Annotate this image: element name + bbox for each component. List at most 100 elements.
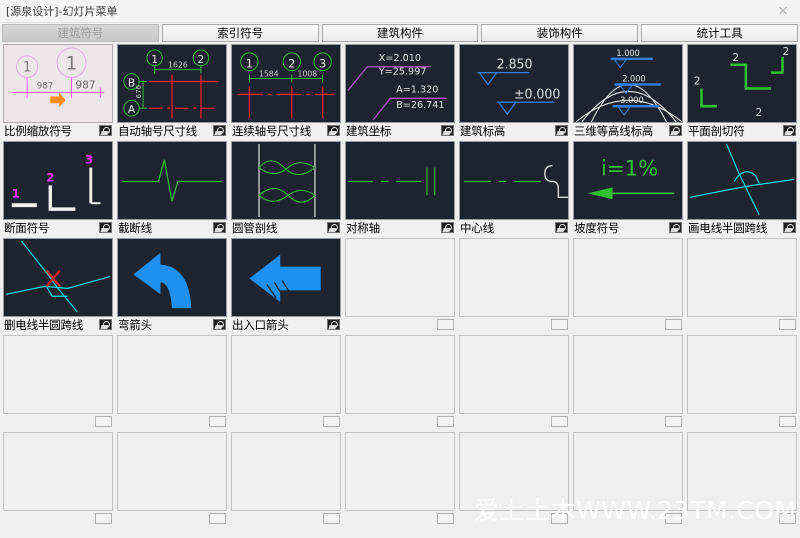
thumbnail-elev[interactable]: 2.850 ±0.000 (459, 44, 569, 123)
slide-preview-icon[interactable] (327, 319, 340, 330)
cell-label-row (345, 317, 455, 332)
symbol-cell[interactable]: 截断线 (115, 140, 229, 237)
slide-preview-icon[interactable] (555, 222, 568, 233)
cell-label-row (687, 511, 797, 526)
svg-text:2: 2 (783, 45, 790, 58)
thumbnail-coord[interactable]: X=2.010 Y=25.997 A=1.320 B=26.741 (345, 44, 455, 123)
slide-preview-icon[interactable] (213, 125, 226, 136)
thumbnail-section-plan[interactable]: 2 2 2 2 (687, 44, 797, 123)
thumbnail-wire-del[interactable] (3, 238, 113, 317)
cell-label-row (573, 511, 683, 526)
svg-text:1: 1 (23, 60, 32, 76)
slide-preview-icon[interactable] (327, 125, 340, 136)
svg-text:±0.000: ±0.000 (514, 86, 560, 101)
slide-preview-icon[interactable] (783, 222, 796, 233)
slide-preview-icon[interactable] (213, 222, 226, 233)
cell-label-row (573, 317, 683, 332)
cell-label-row (573, 414, 683, 429)
symbol-cell[interactable]: 对称轴 (343, 140, 457, 237)
thumbnail-placeholder (459, 335, 569, 414)
slide-preview-icon[interactable] (441, 222, 454, 233)
symbol-cell[interactable]: 中心线 (457, 140, 571, 237)
symbol-cell-empty (685, 431, 799, 528)
empty-slot-box[interactable] (437, 416, 454, 427)
cell-label-row (687, 414, 797, 429)
cell-label-text: 删电线半圆跨线 (4, 317, 84, 332)
slide-preview-icon[interactable] (669, 222, 682, 233)
cell-label-row: 自动轴号尺寸线 (117, 123, 227, 138)
symbol-cell[interactable]: 1 987 1 987 比例缩放符号 (1, 43, 115, 140)
close-icon[interactable]: × (766, 0, 800, 22)
empty-slot-box[interactable] (437, 319, 454, 330)
thumbnail-symmetry[interactable] (345, 141, 455, 220)
cell-label-row: 比例缩放符号 (3, 123, 113, 138)
thumbnail-section-sym[interactable]: 1 2 3 (3, 141, 113, 220)
cell-label-text: 弯箭头 (118, 317, 152, 332)
symbol-cell[interactable]: 弯箭头 (115, 237, 229, 334)
thumbnail-placeholder (231, 335, 341, 414)
slide-preview-icon[interactable] (327, 222, 340, 233)
symbol-cell[interactable]: 出入口箭头 (229, 237, 343, 334)
slide-preview-icon[interactable] (669, 125, 682, 136)
thumbnail-contour[interactable]: 1.000 2.000 3.000 (573, 44, 683, 123)
thumbnail-break-line[interactable] (117, 141, 227, 220)
tab-3[interactable]: 建筑构件 (321, 24, 479, 42)
tab-1[interactable]: 建筑符号 (2, 24, 159, 42)
thumbnail-slope[interactable]: i=1% (573, 141, 683, 220)
symbol-cell[interactable]: 2 2 2 2 平面剖切符 (685, 43, 799, 140)
empty-slot-box[interactable] (437, 513, 454, 524)
empty-slot-box[interactable] (551, 319, 568, 330)
empty-slot-box[interactable] (665, 513, 682, 524)
thumbnail-entry-arrow[interactable] (231, 238, 341, 317)
tab-2[interactable]: 索引符号 (161, 24, 319, 42)
symbol-cell[interactable]: 画电线半圆跨线 (685, 140, 799, 237)
slide-preview-icon[interactable] (783, 125, 796, 136)
slide-menu-window: [源泉设计]-幻灯片菜单 × 建筑符号 索引符号 建筑构件 装饰构件 统计工具 1 987… (0, 0, 800, 538)
empty-slot-box[interactable] (209, 416, 226, 427)
cell-label-row (231, 414, 341, 429)
symbol-cell[interactable]: 1 2 3 断面符号 (1, 140, 115, 237)
slide-preview-icon[interactable] (441, 125, 454, 136)
empty-slot-box[interactable] (209, 513, 226, 524)
slide-preview-icon[interactable] (99, 125, 112, 136)
thumbnail-axis-auto[interactable]: 1 2 1626 B A 676 (117, 44, 227, 123)
empty-slot-box[interactable] (779, 319, 796, 330)
slide-preview-icon[interactable] (99, 222, 112, 233)
empty-slot-box[interactable] (779, 416, 796, 427)
thumbnail-scale[interactable]: 1 987 1 987 (3, 44, 113, 123)
empty-slot-box[interactable] (665, 416, 682, 427)
cell-label-text: 画电线半圆跨线 (688, 220, 768, 235)
symbol-cell[interactable]: X=2.010 Y=25.997 A=1.320 B=26.741 建筑坐标 (343, 43, 457, 140)
symbol-cell[interactable]: 1.000 2.000 3.000 三维等高线标高 (571, 43, 685, 140)
empty-slot-box[interactable] (551, 513, 568, 524)
thumbnail-axis-cont[interactable]: 1 2 3 1584 1008 (231, 44, 341, 123)
empty-slot-box[interactable] (95, 513, 112, 524)
thumbnail-pipe-break[interactable] (231, 141, 341, 220)
tab-4[interactable]: 装饰构件 (481, 24, 639, 42)
thumbnail-curve-arrow[interactable] (117, 238, 227, 317)
symbol-cell[interactable]: i=1% 坡度符号 (571, 140, 685, 237)
symbol-cell[interactable]: 1 2 1626 B A 676 自动轴号尺寸线 (115, 43, 229, 140)
cell-label-row: 画电线半圆跨线 (687, 220, 797, 235)
thumbnail-centerline[interactable] (459, 141, 569, 220)
tab-5[interactable]: 统计工具 (641, 24, 798, 42)
symbol-cell[interactable]: 1 2 3 1584 1008 连续轴号尺寸线 (229, 43, 343, 140)
empty-slot-box[interactable] (779, 513, 796, 524)
slide-preview-icon[interactable] (555, 125, 568, 136)
slide-preview-icon[interactable] (213, 319, 226, 330)
symbol-cell[interactable]: 圆管剖线 (229, 140, 343, 237)
symbol-cell[interactable]: 删电线半圆跨线 (1, 237, 115, 334)
svg-text:2: 2 (46, 170, 54, 184)
cell-label-row: 对称轴 (345, 220, 455, 235)
slide-preview-icon[interactable] (99, 319, 112, 330)
symbol-cell[interactable]: 2.850 ±0.000 建筑标高 (457, 43, 571, 140)
empty-slot-box[interactable] (323, 416, 340, 427)
empty-slot-box[interactable] (665, 319, 682, 330)
symbol-cell-empty (229, 334, 343, 431)
empty-slot-box[interactable] (323, 513, 340, 524)
empty-slot-box[interactable] (95, 416, 112, 427)
empty-slot-box[interactable] (551, 416, 568, 427)
thumbnail-wire-hop[interactable] (687, 141, 797, 220)
svg-text:1: 1 (151, 53, 158, 66)
cell-label-row: 删电线半圆跨线 (3, 317, 113, 332)
